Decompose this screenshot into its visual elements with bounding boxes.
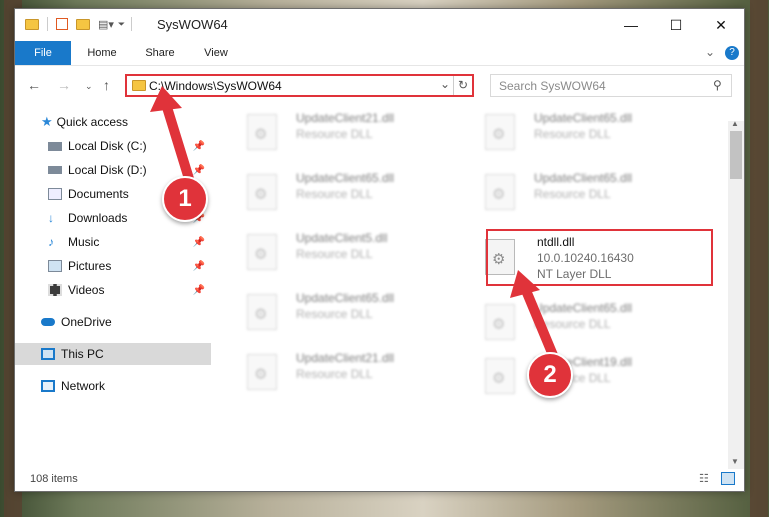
arrow-1 (150, 86, 195, 187)
annotation-overlay (150, 86, 560, 365)
arrow-2 (510, 270, 560, 365)
step-2-badge: 2 (527, 352, 573, 398)
step-1-badge: 1 (162, 176, 208, 222)
